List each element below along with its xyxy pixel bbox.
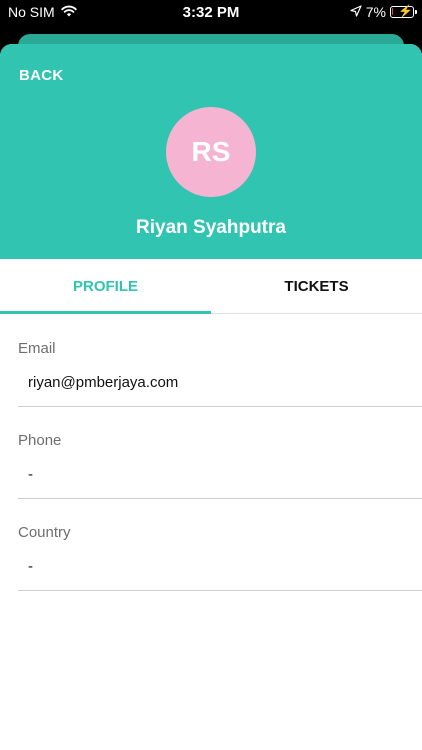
phone-label: Phone (18, 432, 62, 449)
tab-bar: PROFILE TICKETS (0, 259, 422, 314)
tab-tickets[interactable]: TICKETS (211, 259, 422, 313)
bolt-icon: ⚡ (398, 4, 413, 18)
location-arrow-icon (350, 4, 362, 20)
battery-level-fill (392, 8, 393, 15)
email-label: Email (18, 340, 56, 357)
email-value: riyan@pmberjaya.com (28, 374, 179, 391)
avatar: RS (166, 107, 256, 197)
country-label: Country (18, 524, 71, 541)
profile-sheet: BACK RS Riyan Syahputra PROFILE TICKETS … (0, 44, 422, 750)
status-bar: No SIM 3:32 PM 7% ⚡ (0, 0, 422, 26)
battery-percent: 7% (365, 4, 386, 20)
back-button[interactable]: BACK (19, 67, 64, 84)
country-value: - (28, 558, 33, 575)
user-name: Riyan Syahputra (136, 217, 286, 238)
tab-profile[interactable]: PROFILE (0, 259, 211, 314)
email-field: Email riyan@pmberjaya.com (18, 315, 422, 407)
profile-header: BACK RS Riyan Syahputra (0, 44, 422, 259)
country-field: Country - (18, 499, 422, 591)
phone-field: Phone - (18, 407, 422, 499)
status-right: 7% ⚡ (350, 4, 417, 20)
phone-value: - (28, 466, 33, 483)
battery-charging-icon: ⚡ (390, 4, 417, 18)
